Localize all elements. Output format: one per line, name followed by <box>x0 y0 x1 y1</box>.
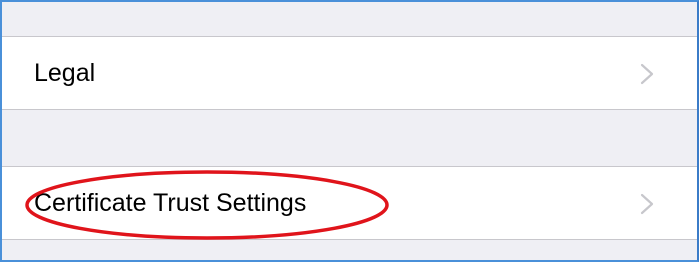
settings-row-certificate-trust-settings[interactable]: Certificate Trust Settings <box>2 166 697 240</box>
settings-screen: Legal Certificate Trust Settings <box>0 0 699 262</box>
chevron-right-icon <box>640 193 654 215</box>
settings-row-legal[interactable]: Legal <box>2 36 697 110</box>
settings-row-label: Certificate Trust Settings <box>34 189 307 217</box>
settings-row-label: Legal <box>34 59 96 87</box>
chevron-right-icon <box>640 63 654 85</box>
